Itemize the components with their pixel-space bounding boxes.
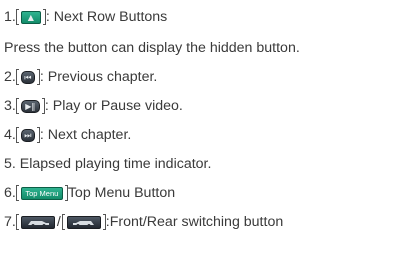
item-play-pause: 3. ▶‖ : Play or Pause video. (4, 97, 183, 115)
item-description: Press the button can display the hidden … (4, 39, 300, 57)
separator: / (56, 214, 61, 230)
previous-chapter-icon: ⏮ (20, 70, 35, 84)
item-text: :Front/Rear switching button (105, 214, 284, 230)
rear-car-icon (66, 215, 101, 229)
item-text: Elapsed playing time indicator. (15, 156, 212, 172)
item-next-chapter: 4. ⏭ : Next chapter. (4, 126, 131, 144)
item-text: Top Menu Button (67, 185, 176, 201)
item-number: 6. (4, 185, 16, 201)
item-text: : Next chapter. (39, 127, 132, 143)
item-next-row: 1. ▲ : Next Row Buttons (4, 8, 167, 26)
up-arrow-icon: ▲ (20, 10, 41, 24)
item-number: 1. (4, 9, 16, 25)
next-chapter-icon: ⏭ (20, 128, 35, 142)
item-elapsed-time: 5. Elapsed playing time indicator. (4, 155, 211, 173)
item-text: : Play or Pause video. (44, 98, 183, 114)
front-car-icon (20, 215, 55, 229)
item-text: : Next Row Buttons (45, 9, 168, 25)
item-number: 5. (4, 156, 16, 172)
item-top-menu: 6. Top Menu Top Menu Button (4, 184, 175, 202)
item-number: 4. (4, 127, 16, 143)
play-pause-icon: ▶‖ (20, 99, 40, 113)
item-number: 7. (4, 214, 16, 230)
item-text: : Previous chapter. (39, 69, 158, 85)
item-number: 2. (4, 69, 16, 85)
item-front-rear: 7. / :Front/Rear switching button (4, 213, 283, 231)
item-number: 3. (4, 98, 16, 114)
item-text: Press the button can display the hidden … (4, 40, 300, 56)
item-previous-chapter: 2. ⏮ : Previous chapter. (4, 68, 157, 86)
top-menu-icon: Top Menu (20, 186, 63, 200)
